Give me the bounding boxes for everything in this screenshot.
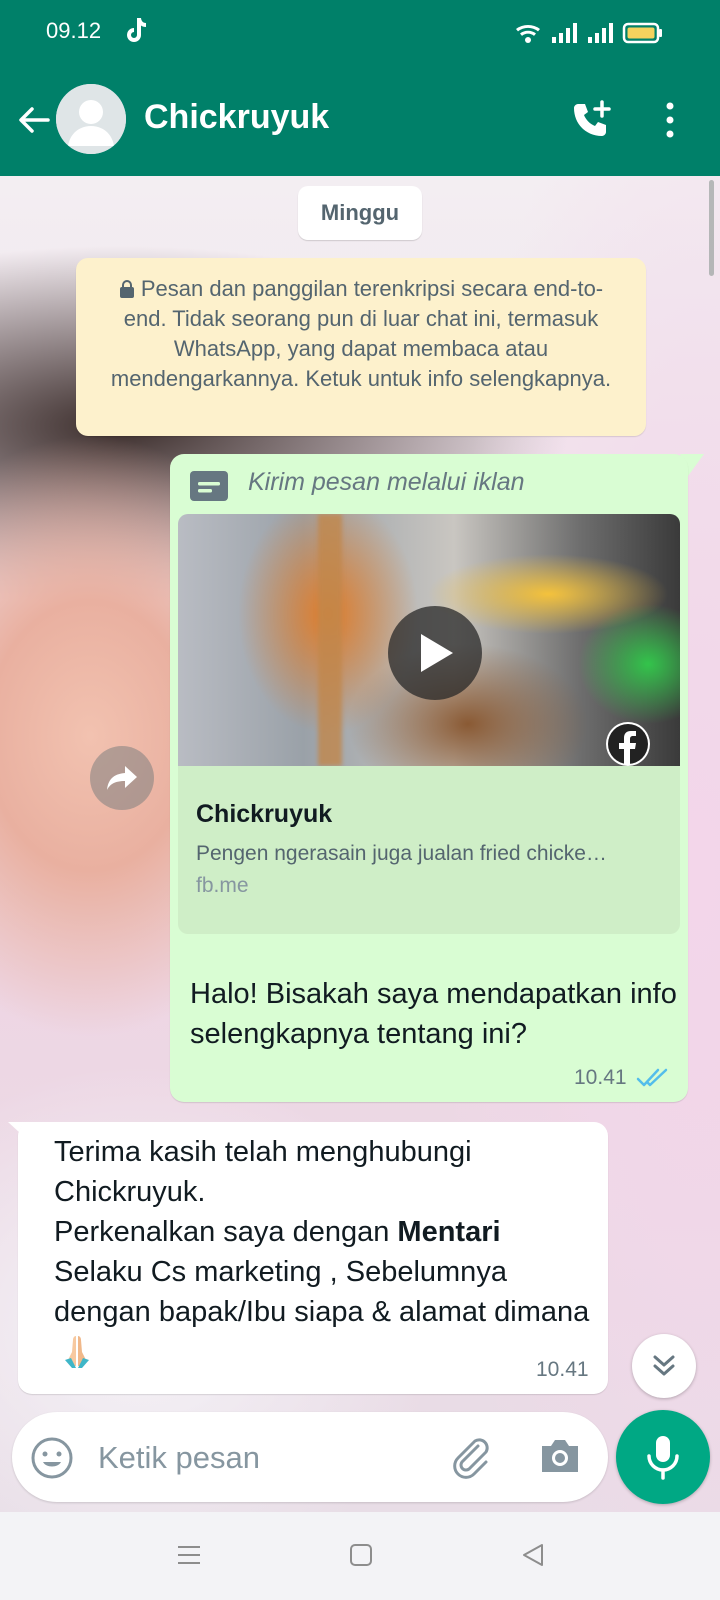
forward-button[interactable] xyxy=(90,746,154,810)
facebook-icon xyxy=(606,722,650,766)
outgoing-message-text: Halo! Bisakah saya mendapatkan info sele… xyxy=(190,978,677,1050)
scroll-to-bottom-button[interactable] xyxy=(632,1334,696,1398)
message-composer xyxy=(12,1412,608,1502)
incoming-line-3: Selaku Cs marketing , Sebelumnya dengan … xyxy=(54,1252,594,1375)
recent-apps-icon[interactable] xyxy=(176,1542,202,1568)
ad-video-thumbnail[interactable] xyxy=(178,514,680,766)
link-description: Pengen ngerasain juga jualan fried chick… xyxy=(196,842,607,865)
home-icon[interactable] xyxy=(348,1542,374,1568)
contact-name[interactable]: Chickruyuk xyxy=(144,98,329,137)
date-chip: Minggu xyxy=(298,186,422,240)
default-avatar-icon xyxy=(56,84,126,154)
status-bar: 09.12 xyxy=(0,0,720,64)
link-url: fb.me xyxy=(196,874,249,897)
status-time: 09.12 xyxy=(46,18,102,43)
incoming-message-time: 10.41 xyxy=(536,1358,589,1381)
signal-icon xyxy=(552,23,613,43)
incoming-message[interactable]: Terima kasih telah menghubungi Chickruyu… xyxy=(18,1122,608,1394)
encryption-text: Pesan dan panggilan terenkripsi secara e… xyxy=(110,276,612,391)
link-title: Chickruyuk xyxy=(196,800,333,828)
tiktok-icon xyxy=(127,18,146,42)
status-icons xyxy=(516,22,662,44)
ad-label: Kirim pesan melalui iklan xyxy=(248,468,525,496)
emoji-icon[interactable] xyxy=(30,1436,74,1480)
system-navigation-bar xyxy=(0,1512,720,1600)
chat-scrollbar[interactable] xyxy=(709,180,714,276)
outgoing-message-time: 10.41 xyxy=(574,1066,627,1089)
back-arrow-icon[interactable] xyxy=(14,100,54,140)
double-chevron-down-icon xyxy=(653,1355,675,1376)
add-call-icon[interactable] xyxy=(568,98,614,144)
play-icon xyxy=(421,634,453,672)
system-back-icon[interactable] xyxy=(520,1542,546,1568)
forward-icon xyxy=(107,766,137,790)
incoming-line-2: Perkenalkan saya dengan Mentari xyxy=(54,1216,501,1248)
wifi-icon xyxy=(516,25,540,43)
ad-icon xyxy=(190,471,228,501)
paperclip-icon[interactable] xyxy=(448,1434,494,1480)
microphone-icon xyxy=(647,1436,679,1480)
chat-header: Chickruyuk xyxy=(0,64,720,176)
more-options-icon[interactable] xyxy=(660,100,680,140)
incoming-line-1: Terima kasih telah menghubungi Chickruyu… xyxy=(54,1136,472,1208)
folded-hands-emoji-icon xyxy=(65,1336,89,1368)
link-preview[interactable]: Chickruyuk Pengen ngerasain juga jualan … xyxy=(178,766,680,934)
play-button[interactable] xyxy=(388,606,482,700)
camera-icon[interactable] xyxy=(538,1436,582,1476)
encryption-notice[interactable]: Pesan dan panggilan terenkripsi secara e… xyxy=(76,258,646,436)
contact-avatar[interactable] xyxy=(56,84,126,154)
lock-icon xyxy=(119,280,134,298)
incoming-bold-name: Mentari xyxy=(397,1216,501,1248)
incoming-message-text: Terima kasih telah menghubungi Chickruyu… xyxy=(54,1132,594,1375)
outgoing-message[interactable]: Kirim pesan melalui iklan Chickruyuk Pen… xyxy=(170,454,688,1102)
read-ticks-icon xyxy=(636,1068,668,1087)
voice-message-button[interactable] xyxy=(616,1410,710,1504)
battery-icon xyxy=(622,22,662,44)
message-input[interactable] xyxy=(96,1432,430,1484)
